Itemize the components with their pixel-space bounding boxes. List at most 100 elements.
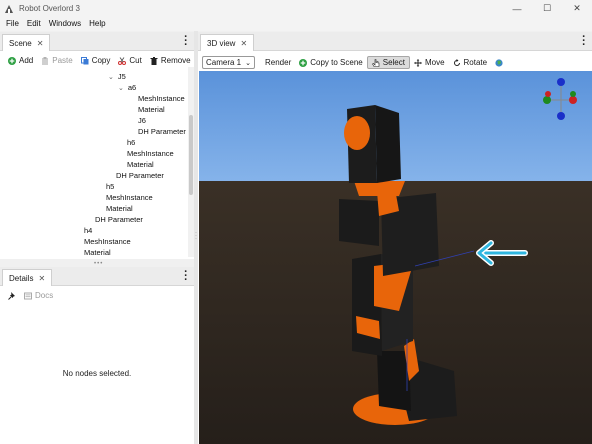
- environment-button[interactable]: [491, 56, 507, 69]
- title-bar: Robot Overlord 3 — ☐ ✕: [0, 0, 592, 17]
- tree-item-label: Material: [138, 105, 165, 114]
- scene-toolbar: Add Paste Copy Cut Remove: [0, 53, 194, 68]
- panel-splitter-horizontal[interactable]: •••: [0, 259, 196, 267]
- tree-item[interactable]: h4: [84, 225, 92, 236]
- tree-item[interactable]: MeshInstance: [127, 148, 174, 159]
- details-panel-header: Details ✕ · · ·: [0, 267, 194, 286]
- tree-item-label: Material: [84, 248, 111, 257]
- gizmo-z-positive[interactable]: [557, 78, 565, 86]
- tree-item-label: J6: [138, 116, 146, 125]
- menu-help[interactable]: Help: [85, 17, 109, 31]
- tree-item[interactable]: Material: [138, 104, 165, 115]
- robot-link[interactable]: [377, 351, 411, 411]
- robot-link[interactable]: [375, 105, 401, 183]
- tree-item-label: a6: [127, 83, 137, 92]
- select-label: Select: [382, 58, 405, 67]
- 3d-scene[interactable]: [199, 71, 592, 444]
- robot-joint[interactable]: [354, 181, 405, 196]
- cut-label: Cut: [129, 56, 142, 65]
- copy-icon: [80, 56, 89, 65]
- details-panel: Details ✕ · · · Docs: [0, 267, 194, 444]
- tab-scene[interactable]: Scene ✕: [2, 34, 51, 51]
- scissors-icon: [118, 56, 127, 65]
- rotate-label: Rotate: [463, 58, 488, 67]
- tree-item[interactable]: h6: [127, 137, 135, 148]
- menu-file[interactable]: File: [2, 17, 23, 31]
- tree-item[interactable]: J6: [138, 115, 146, 126]
- scene-menu-icon[interactable]: · · ·: [184, 32, 188, 51]
- tree-item-label: DH Parameter: [95, 215, 143, 224]
- tab-3d-view-label: 3D view: [207, 38, 236, 48]
- chevron-down-icon[interactable]: ⌄: [108, 74, 114, 81]
- tree-item-label: J5: [117, 72, 126, 81]
- copy-to-scene-label: Copy to Scene: [310, 58, 363, 67]
- tree-item[interactable]: h5: [106, 181, 114, 192]
- tree-item[interactable]: MeshInstance: [138, 93, 185, 104]
- scrollbar-thumb[interactable]: [189, 115, 193, 195]
- tree-item[interactable]: DH Parameter: [138, 126, 186, 137]
- gizmo-x-negative[interactable]: [545, 91, 551, 97]
- menu-windows[interactable]: Windows: [45, 17, 85, 31]
- tree-item[interactable]: DH Parameter: [116, 170, 164, 181]
- gizmo-x-axis[interactable]: [569, 96, 577, 104]
- robot-link[interactable]: [339, 199, 379, 246]
- move-arrows-icon: [413, 58, 422, 67]
- close-tab-icon[interactable]: ✕: [240, 39, 247, 48]
- close-tab-icon[interactable]: ✕: [37, 39, 44, 48]
- render-button[interactable]: Render: [261, 56, 295, 69]
- tree-item[interactable]: ⌄ J5: [108, 71, 126, 82]
- chevron-down-icon[interactable]: ⌄: [118, 85, 124, 92]
- tree-item[interactable]: MeshInstance: [84, 236, 131, 247]
- view-menu-icon[interactable]: · · ·: [582, 32, 586, 51]
- minimize-button[interactable]: —: [502, 0, 532, 17]
- gizmo-z-negative[interactable]: [557, 112, 565, 120]
- tree-item[interactable]: MeshInstance: [106, 192, 153, 203]
- camera-select[interactable]: Camera 1 ⌄: [202, 56, 255, 69]
- tree-item-label: MeshInstance: [84, 237, 131, 246]
- move-tool-button[interactable]: Move: [410, 56, 449, 69]
- tab-details[interactable]: Details ✕: [2, 269, 53, 286]
- app-logo-icon: [4, 4, 14, 14]
- tree-item-label: h4: [84, 226, 93, 235]
- tree-item[interactable]: Material: [127, 159, 154, 170]
- tree-item[interactable]: Material: [84, 247, 111, 257]
- tree-item[interactable]: Material: [106, 203, 133, 214]
- paste-button[interactable]: Paste: [37, 54, 76, 67]
- copy-to-scene-button[interactable]: Copy to Scene: [295, 56, 366, 69]
- details-menu-icon[interactable]: · · ·: [184, 267, 188, 286]
- copy-button[interactable]: Copy: [77, 54, 115, 67]
- tree-item-label: DH Parameter: [116, 171, 164, 180]
- rotate-icon: [453, 58, 461, 67]
- docs-button[interactable]: Docs: [20, 289, 57, 302]
- hand-pointer-icon: [371, 58, 380, 67]
- maximize-button[interactable]: ☐: [532, 0, 562, 17]
- tab-3d-view[interactable]: 3D view ✕: [200, 34, 255, 51]
- docs-label: Docs: [35, 291, 54, 300]
- menu-edit[interactable]: Edit: [23, 17, 45, 31]
- tree-item[interactable]: DH Parameter: [95, 214, 143, 225]
- details-toolbar: Docs: [0, 288, 194, 303]
- cut-button[interactable]: Cut: [114, 54, 145, 67]
- gizmo-y-axis[interactable]: [543, 96, 551, 104]
- view-toolbar: Camera 1 ⌄ Render Copy to Scene Select M…: [198, 54, 592, 71]
- add-button[interactable]: Add: [4, 54, 37, 67]
- remove-label: Remove: [160, 56, 191, 65]
- tree-item-label: h5: [106, 182, 115, 191]
- select-tool-button[interactable]: Select: [366, 56, 410, 69]
- 3d-viewport[interactable]: [199, 71, 592, 444]
- tree-item[interactable]: ⌄ a6: [118, 82, 136, 93]
- close-button[interactable]: ✕: [562, 0, 592, 17]
- move-label: Move: [424, 58, 445, 67]
- robot-end-effector[interactable]: [344, 116, 370, 150]
- pin-icon: [8, 291, 16, 300]
- menu-bar: File Edit Windows Help: [0, 17, 592, 31]
- tree-item-label: Material: [127, 160, 154, 169]
- close-tab-icon[interactable]: ✕: [38, 274, 45, 283]
- tree-item-label: MeshInstance: [138, 94, 185, 103]
- gizmo-y-negative[interactable]: [570, 91, 576, 97]
- tab-scene-label: Scene: [9, 38, 32, 48]
- tab-details-label: Details: [9, 273, 34, 283]
- remove-button[interactable]: Remove: [146, 54, 195, 67]
- pin-button[interactable]: [4, 289, 20, 302]
- rotate-tool-button[interactable]: Rotate: [449, 56, 492, 69]
